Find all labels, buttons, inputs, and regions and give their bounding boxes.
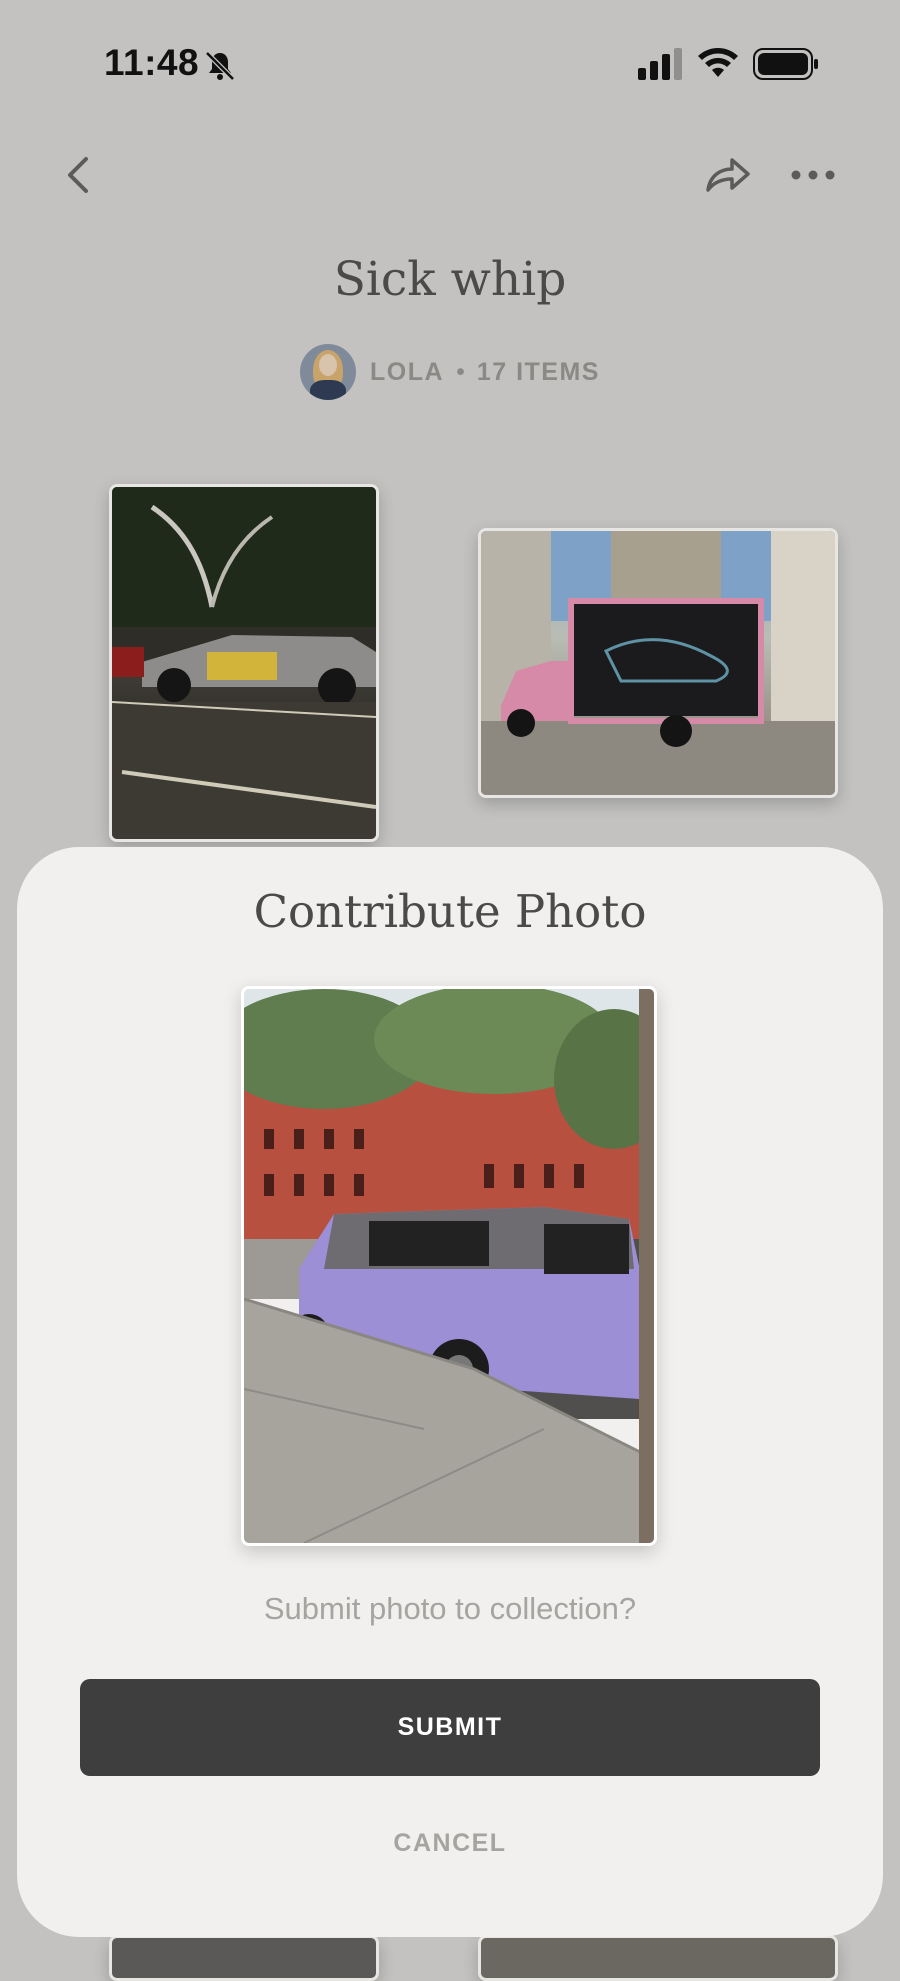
- collection-title: Sick whip: [333, 252, 567, 307]
- cancel-button[interactable]: CANCEL: [17, 1829, 883, 1858]
- submit-question: Submit photo to collection?: [263, 1591, 637, 1626]
- battery-icon: [753, 48, 818, 80]
- item-count: 17 ITEMS: [476, 357, 600, 386]
- owner-name[interactable]: LOLA: [370, 358, 444, 387]
- collection-photo-partial[interactable]: [478, 1935, 838, 1981]
- wifi-icon: [698, 48, 738, 77]
- collection-photo-cybertruck[interactable]: [109, 484, 379, 842]
- photo-preview: [241, 986, 657, 1546]
- contribute-photo-sheet: Contribute Photo Submit photo to collect…: [17, 847, 883, 1937]
- sheet-title: Contribute Photo: [253, 885, 647, 938]
- collection-meta: LOLA • 17 ITEMS: [0, 343, 900, 401]
- back-button[interactable]: [58, 150, 98, 200]
- avatar[interactable]: [300, 344, 357, 400]
- signal-icon: [638, 48, 682, 80]
- bell-slash-icon: [205, 51, 235, 81]
- more-options-button[interactable]: [786, 150, 840, 200]
- collection-photo-pink-truck[interactable]: [478, 528, 838, 798]
- status-time: 11:48: [104, 42, 200, 83]
- collection-photo-partial[interactable]: [109, 1935, 379, 1981]
- status-bar: 11:48: [0, 0, 900, 130]
- meta-separator: •: [456, 357, 465, 386]
- submit-button[interactable]: SUBMIT: [80, 1679, 820, 1776]
- share-button[interactable]: [700, 150, 754, 200]
